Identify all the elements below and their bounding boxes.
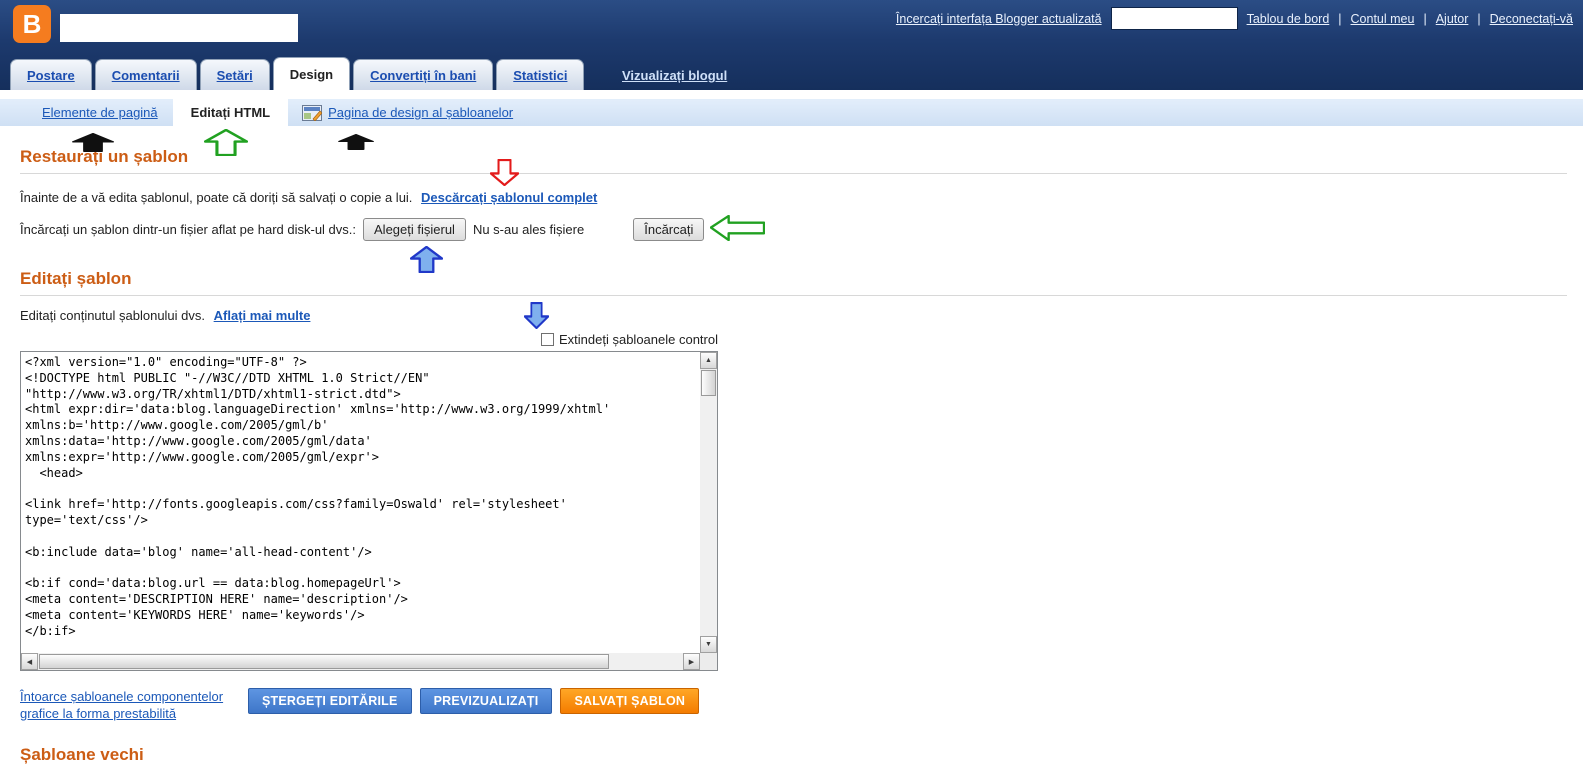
black-up-arrow-page-elements-icon (72, 133, 114, 152)
scrollbar-corner (700, 653, 717, 670)
editor-actions-row: Întoarce șabloanele componentelor grafic… (20, 688, 1567, 722)
expand-widgets-row: Extindeți șabloanele control (20, 332, 718, 347)
horizontal-scrollbar[interactable]: ◀ ▶ (21, 653, 700, 670)
blog-title-box (60, 14, 298, 42)
tab-setari[interactable]: Setări (199, 59, 270, 90)
tab-postare[interactable]: Postare (10, 59, 92, 90)
restore-intro-text: Înainte de a vă edita șablonul, poate că… (20, 190, 598, 205)
help-link[interactable]: Ajutor (1436, 12, 1469, 26)
vertical-scrollbar[interactable]: ▲ ▼ (700, 352, 717, 653)
template-code-text[interactable]: <?xml version="1.0" encoding="UTF-8" ?> … (21, 352, 700, 653)
header-search-input[interactable] (1110, 7, 1238, 30)
divider (20, 173, 1567, 174)
sign-out-link[interactable]: Deconectați-vă (1490, 12, 1573, 26)
blue-down-arrow-expand-icon (524, 302, 549, 329)
scroll-right-icon[interactable]: ▶ (683, 653, 700, 670)
tab-statistici[interactable]: Statistici (496, 59, 585, 90)
restore-template-title: Restaurați un șablon (20, 147, 189, 166)
red-down-arrow-download-icon (490, 159, 519, 186)
clear-edits-button[interactable]: ȘTERGEȚI EDITĂRILE (248, 688, 412, 714)
black-up-arrow-template-designer-icon (338, 134, 374, 150)
template-code-editor[interactable]: <?xml version="1.0" encoding="UTF-8" ?> … (20, 351, 718, 671)
no-file-chosen-text: Nu s-au ales fișiere (472, 222, 585, 237)
horizontal-scroll-thumb[interactable] (39, 654, 609, 669)
try-new-interface-link[interactable]: Încercați interfața Blogger actualizată (896, 12, 1102, 26)
subnav-page-elements-link[interactable]: Elemente de pagină (42, 105, 158, 120)
divider (20, 295, 1567, 296)
scroll-left-icon[interactable]: ◀ (21, 653, 38, 670)
choose-file-button[interactable]: Alegeți fișierul (363, 218, 466, 241)
upload-template-row: Încărcați un șablon dintr-un fișier afla… (20, 218, 1567, 241)
scroll-down-icon[interactable]: ▼ (700, 636, 717, 653)
separator: | (1423, 11, 1427, 26)
dashboard-link[interactable]: Tablou de bord (1247, 12, 1330, 26)
template-designer-icon (302, 104, 323, 121)
save-template-button[interactable]: SALVAȚI ȘABLON (560, 688, 700, 714)
preview-button[interactable]: PREVIZUALIZAȚI (419, 688, 553, 714)
main-tabs: Postare Comentarii Setări Design Convert… (10, 57, 585, 90)
design-subnav: Elemente de pagină Editați HTML Pagina d… (0, 99, 1583, 126)
green-up-arrow-edit-html-icon (204, 129, 248, 156)
tab-comentarii[interactable]: Comentarii (94, 59, 197, 90)
upload-label: Încărcați un șablon dintr-un fișier afla… (20, 222, 357, 237)
subnav-edit-html-tab[interactable]: Editați HTML (172, 99, 289, 126)
my-account-link[interactable]: Contul meu (1351, 12, 1415, 26)
blogger-logo[interactable]: B (13, 5, 51, 43)
upload-button[interactable]: Încărcați (633, 218, 705, 241)
learn-more-link[interactable]: Aflați mai multe (214, 308, 311, 323)
vertical-scroll-thumb[interactable] (701, 370, 716, 396)
download-full-template-link[interactable]: Descărcați șablonul complet (421, 190, 597, 205)
blogger-logo-letter: B (22, 8, 42, 39)
scroll-up-icon[interactable]: ▲ (700, 352, 717, 369)
tab-design[interactable]: Design (272, 57, 351, 90)
tab-convertiti[interactable]: Convertiți în bani (353, 59, 494, 90)
main-content: Restaurați un șablon Înainte de a vă edi… (0, 147, 1583, 722)
green-left-arrow-upload-icon (710, 215, 765, 241)
separator: | (1477, 11, 1481, 26)
top-header: B Încercați interfața Blogger actualizat… (0, 0, 1583, 90)
subnav-template-designer-link[interactable]: Pagina de design al șabloanelor (328, 105, 513, 120)
tab-gap-strip (0, 90, 1583, 99)
edit-template-title: Editați șablon (20, 269, 132, 288)
old-templates-title-clipped: Șabloane vechi (20, 745, 144, 764)
revert-widget-templates-link[interactable]: Întoarce șabloanele componentelor grafic… (20, 688, 234, 722)
separator: | (1338, 11, 1342, 26)
expand-widgets-checkbox[interactable] (541, 333, 554, 346)
expand-widgets-label: Extindeți șabloanele control (559, 332, 718, 347)
header-links: Încercați interfața Blogger actualizată … (896, 7, 1573, 30)
view-blog-link[interactable]: Vizualizați blogul (622, 68, 727, 83)
edit-intro-text: Editați conținutul șablonului dvs. Aflaț… (20, 308, 311, 323)
blue-up-arrow-choose-file-icon (410, 246, 443, 273)
